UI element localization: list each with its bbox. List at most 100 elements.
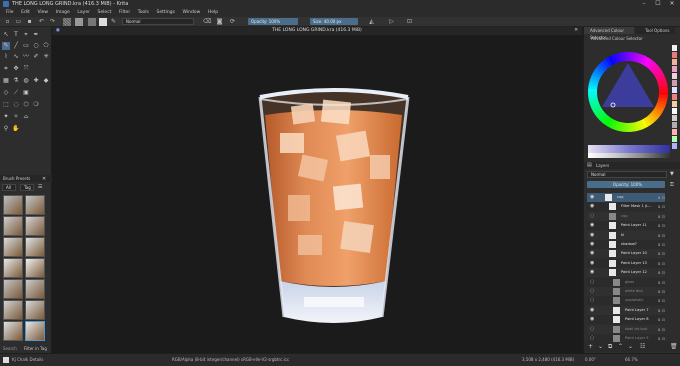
fill-tool-icon[interactable]: ◆ <box>42 77 50 85</box>
line-tool-icon[interactable]: ╱ <box>12 42 20 50</box>
elliptical-selection-tool-icon[interactable]: ◌ <box>12 101 20 109</box>
layer-row[interactable]: ◌ upplaisdlv α ⊡ <box>587 296 665 306</box>
tab-tool-options[interactable]: Tool Options <box>635 27 675 34</box>
layer-alpha-lock-icon[interactable]: α ⊡ <box>658 221 665 230</box>
bezier-selection-tool-icon[interactable]: ⌓ <box>22 113 30 121</box>
bezier-tool-icon[interactable]: ∿ <box>12 53 20 61</box>
visibility-eye-icon[interactable]: ◉ <box>590 315 594 324</box>
redo-icon[interactable]: ↷ <box>49 18 56 25</box>
layer-row[interactable]: ◉ Paint Layer 12 α ⊡ <box>587 268 665 278</box>
layer-alpha-lock-icon[interactable]: α ⊡ <box>658 296 665 305</box>
color-sampler-tool-icon[interactable]: ⚗ <box>12 77 20 85</box>
contiguous-selection-tool-icon[interactable]: ✦ <box>2 113 10 121</box>
brush-preset-thumb[interactable] <box>3 279 23 299</box>
brush-preset-thumb[interactable] <box>3 195 23 215</box>
layer-alpha-lock-icon[interactable]: α ⊡ <box>658 202 665 211</box>
assistant-tool-icon[interactable]: ◇ <box>2 89 10 97</box>
layer-opacity-slider[interactable]: Opacity: 100% <box>587 181 665 188</box>
brush-preset-thumb[interactable] <box>25 279 45 299</box>
rectangular-selection-tool-icon[interactable]: ⬚ <box>2 101 10 109</box>
visibility-eye-icon[interactable]: ◉ <box>590 231 594 240</box>
layer-alpha-lock-icon[interactable]: α ⊡ <box>658 193 665 202</box>
layer-row[interactable]: ◉ shadow? α ⊡ <box>587 240 665 249</box>
new-document-icon[interactable]: ▫ <box>4 18 11 25</box>
zoom-tool-icon[interactable]: ⚲ <box>2 125 10 133</box>
menu-file[interactable]: File <box>6 9 14 17</box>
open-document-icon[interactable]: ▭ <box>15 18 22 25</box>
rectangle-tool-icon[interactable]: ▭ <box>22 42 30 50</box>
opacity-slider[interactable]: Opacity: 100% <box>248 18 298 25</box>
layer-row[interactable]: ◉ Paint Layer 10 α ⊡ <box>587 249 665 259</box>
menu-view[interactable]: View <box>37 9 48 17</box>
menu-help[interactable]: Help <box>208 9 218 17</box>
pattern-selector[interactable] <box>75 18 83 26</box>
document-tab[interactable]: THE LONG LONG GRIND.kra (416.3 MiB) ● ✕ <box>52 27 582 35</box>
menu-window[interactable]: Window <box>183 9 201 17</box>
palette-swatch[interactable] <box>672 101 677 107</box>
add-layer-icon[interactable]: + <box>588 343 593 350</box>
visibility-eye-icon[interactable]: ◉ <box>590 259 594 268</box>
brush-preset-thumb[interactable] <box>25 258 45 278</box>
measure-tool-icon[interactable]: ⟋ <box>12 89 20 97</box>
ellipse-tool-icon[interactable]: ○ <box>32 42 40 50</box>
tag-select[interactable]: All <box>2 184 16 191</box>
brush-preset-thumb[interactable] <box>25 195 45 215</box>
layer-row[interactable]: ◌ glass α ⊡ <box>587 277 665 287</box>
layer-row[interactable]: ◉ hl α ⊡ <box>587 230 665 240</box>
layer-alpha-lock-icon[interactable]: α ⊡ <box>658 249 665 258</box>
select-shapes-tool-icon[interactable]: ↖ <box>2 31 10 39</box>
layer-alpha-lock-icon[interactable]: α ⊡ <box>658 212 665 221</box>
polygonal-selection-tool-icon[interactable]: ⬡ <box>22 101 30 109</box>
visibility-eye-icon[interactable]: ◉ <box>590 268 594 277</box>
brush-preset-thumb[interactable] <box>25 321 45 341</box>
minimize-button[interactable]: – <box>638 0 650 9</box>
preserve-alpha-icon[interactable]: ◙ <box>216 18 223 25</box>
move-layer-up-icon[interactable]: ⌃ <box>618 343 623 350</box>
palette-swatch[interactable] <box>672 108 677 114</box>
visibility-eye-icon[interactable]: ◌ <box>590 212 594 221</box>
layer-lock-icon[interactable]: ⚿ <box>670 182 674 188</box>
layer-row[interactable]: ◉ Paint Layer 11 α ⊡ <box>587 221 665 231</box>
close-button[interactable]: ✕ <box>666 0 678 9</box>
visibility-eye-icon[interactable]: ◌ <box>590 278 594 287</box>
palette-swatch[interactable] <box>672 59 677 65</box>
undo-icon[interactable]: ↶ <box>38 18 45 25</box>
palette-swatch[interactable] <box>672 66 677 72</box>
palette-swatch[interactable] <box>672 87 677 93</box>
palette-swatch[interactable] <box>672 94 677 100</box>
mirror-horizontal-icon[interactable]: ◭ <box>368 18 375 25</box>
colour-history-bar[interactable] <box>588 145 670 153</box>
colorize-mask-tool-icon[interactable]: ◍ <box>22 77 30 85</box>
layer-alpha-lock-icon[interactable]: α ⊡ <box>658 306 665 315</box>
menu-layer[interactable]: Layer <box>77 9 90 17</box>
brush-preset-thumb[interactable] <box>25 237 45 257</box>
pan-tool-icon[interactable]: ✋ <box>12 125 20 133</box>
visibility-eye-icon[interactable]: ◌ <box>590 287 594 296</box>
tab-advanced-colour-selector[interactable]: Advanced Colour Selector <box>584 27 634 40</box>
maximize-button[interactable]: ☐ <box>652 0 664 9</box>
reload-preset-icon[interactable]: ⟳ <box>229 18 236 25</box>
freehand-brush-tool-icon[interactable]: ✎ <box>2 42 10 50</box>
menu-select[interactable]: Select <box>98 9 112 17</box>
layer-filter-icon[interactable]: ▼ <box>670 171 674 177</box>
palette-swatch[interactable] <box>672 73 677 79</box>
layer-blend-mode-select[interactable]: Normal <box>587 171 667 178</box>
layer-alpha-lock-icon[interactable]: α ⊡ <box>658 231 665 240</box>
layer-row[interactable]: ◉ Paint Layer 8 α ⊡ <box>587 315 665 325</box>
status-zoom[interactable]: 66.7% <box>625 357 638 362</box>
freehand-selection-tool-icon[interactable]: ❍ <box>32 101 40 109</box>
eraser-icon[interactable]: ⌫ <box>203 18 211 25</box>
move-tool-icon[interactable]: ✥ <box>12 65 20 73</box>
brush-preset-thumb[interactable] <box>3 237 23 257</box>
palette-swatch[interactable] <box>672 80 677 86</box>
edit-shapes-tool-icon[interactable]: ⌖ <box>22 31 30 39</box>
palette-swatch[interactable] <box>672 122 677 128</box>
palette-swatch[interactable] <box>672 52 677 58</box>
calligraphy-tool-icon[interactable]: ✒ <box>32 31 40 39</box>
preset-search[interactable]: Search <box>3 346 17 351</box>
layer-row[interactable]: ◉ Filter Mask 1 (L... α ⊡ <box>587 202 665 212</box>
layer-properties-icon[interactable]: ☷ <box>640 343 645 350</box>
colour-wheel[interactable] <box>586 45 671 145</box>
visibility-eye-icon[interactable]: ◉ <box>590 306 594 315</box>
brush-preset-selector[interactable] <box>88 18 96 26</box>
